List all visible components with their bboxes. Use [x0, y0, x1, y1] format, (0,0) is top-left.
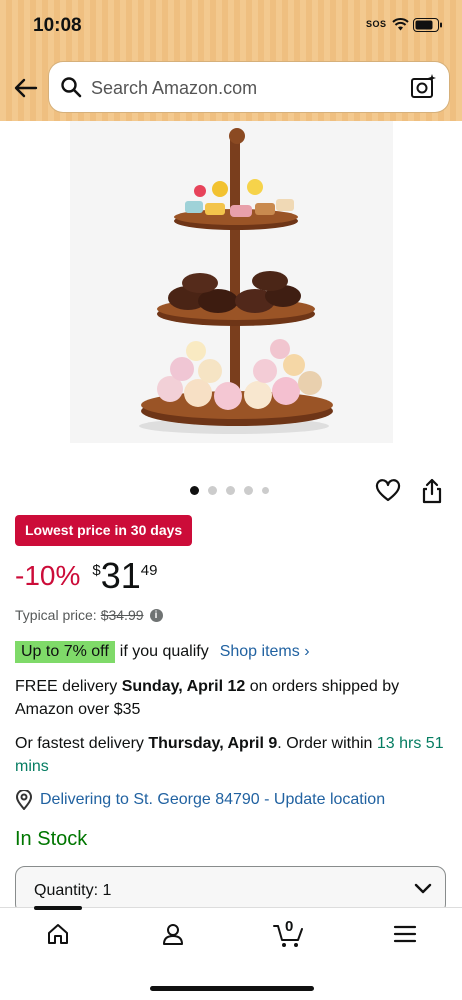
promo-row: Up to 7% off if you qualify Shop items ›: [15, 641, 310, 663]
delivery-date: Sunday, April 12: [121, 678, 246, 695]
gallery-dot[interactable]: [244, 486, 253, 495]
gallery-pagination[interactable]: [190, 486, 269, 495]
chevron-down-icon: [414, 883, 432, 894]
discount-percent: -10%: [15, 560, 81, 591]
search-icon: [61, 77, 82, 98]
app-header: 10:08 SOS Search Amazon.com: [0, 0, 462, 121]
wifi-icon: [392, 18, 409, 31]
active-tab-indicator: [34, 906, 82, 910]
menu-icon[interactable]: [393, 922, 417, 946]
heart-icon[interactable]: [375, 479, 401, 503]
price-currency: $: [92, 562, 101, 579]
gallery-dot[interactable]: [208, 486, 217, 495]
home-indicator: [150, 986, 314, 991]
promo-text: if you qualify: [119, 643, 209, 660]
fastest-date: Thursday, April 9: [148, 735, 278, 752]
fastest-middle: . Order within: [277, 735, 377, 752]
deal-badge: Lowest price in 30 days: [15, 515, 193, 546]
fastest-delivery-info: Or fastest delivery Thursday, April 9. O…: [15, 732, 445, 778]
status-carrier: SOS: [366, 19, 387, 29]
gallery-dot-active[interactable]: [190, 486, 199, 495]
search-input[interactable]: Search Amazon.com: [49, 62, 449, 112]
cart-button[interactable]: 0: [272, 918, 306, 948]
share-icon[interactable]: [421, 478, 443, 504]
battery-icon: [413, 18, 442, 32]
delivery-prefix: FREE delivery: [15, 678, 122, 695]
shop-items-link[interactable]: Shop items ›: [220, 643, 310, 661]
price-whole: 31: [100, 555, 141, 596]
stock-status: In Stock: [15, 828, 88, 850]
gallery-dot[interactable]: [226, 486, 235, 495]
delivery-info: FREE delivery Sunday, April 12 on orders…: [15, 675, 445, 721]
camera-search-icon[interactable]: [409, 73, 437, 101]
location-pin-icon: [15, 790, 33, 810]
info-icon[interactable]: i: [149, 608, 163, 622]
search-placeholder: Search Amazon.com: [91, 78, 258, 98]
price-fraction: 49: [140, 562, 158, 579]
bottom-tab-bar: 0: [0, 906, 462, 1000]
back-arrow-icon[interactable]: [12, 74, 40, 102]
gallery-dot[interactable]: [262, 487, 269, 494]
typical-price-value: $34.99: [100, 607, 144, 623]
home-icon[interactable]: [46, 922, 70, 946]
status-time: 10:08: [33, 15, 82, 36]
location-text: Delivering to St. George 84790 - Update …: [40, 791, 386, 808]
quantity-label: Quantity: 1: [34, 882, 112, 899]
typical-price: Typical price: $34.99 i: [15, 607, 163, 623]
typical-price-label: Typical price:: [15, 607, 97, 623]
delivery-location-link[interactable]: Delivering to St. George 84790 - Update …: [15, 790, 385, 810]
promo-tag: Up to 7% off: [15, 641, 115, 663]
account-icon[interactable]: [161, 922, 185, 946]
cart-count: 0: [285, 918, 294, 935]
price: -10% $ 31 49: [15, 556, 157, 596]
fastest-prefix: Or fastest delivery: [15, 735, 149, 752]
product-image[interactable]: [70, 121, 393, 443]
